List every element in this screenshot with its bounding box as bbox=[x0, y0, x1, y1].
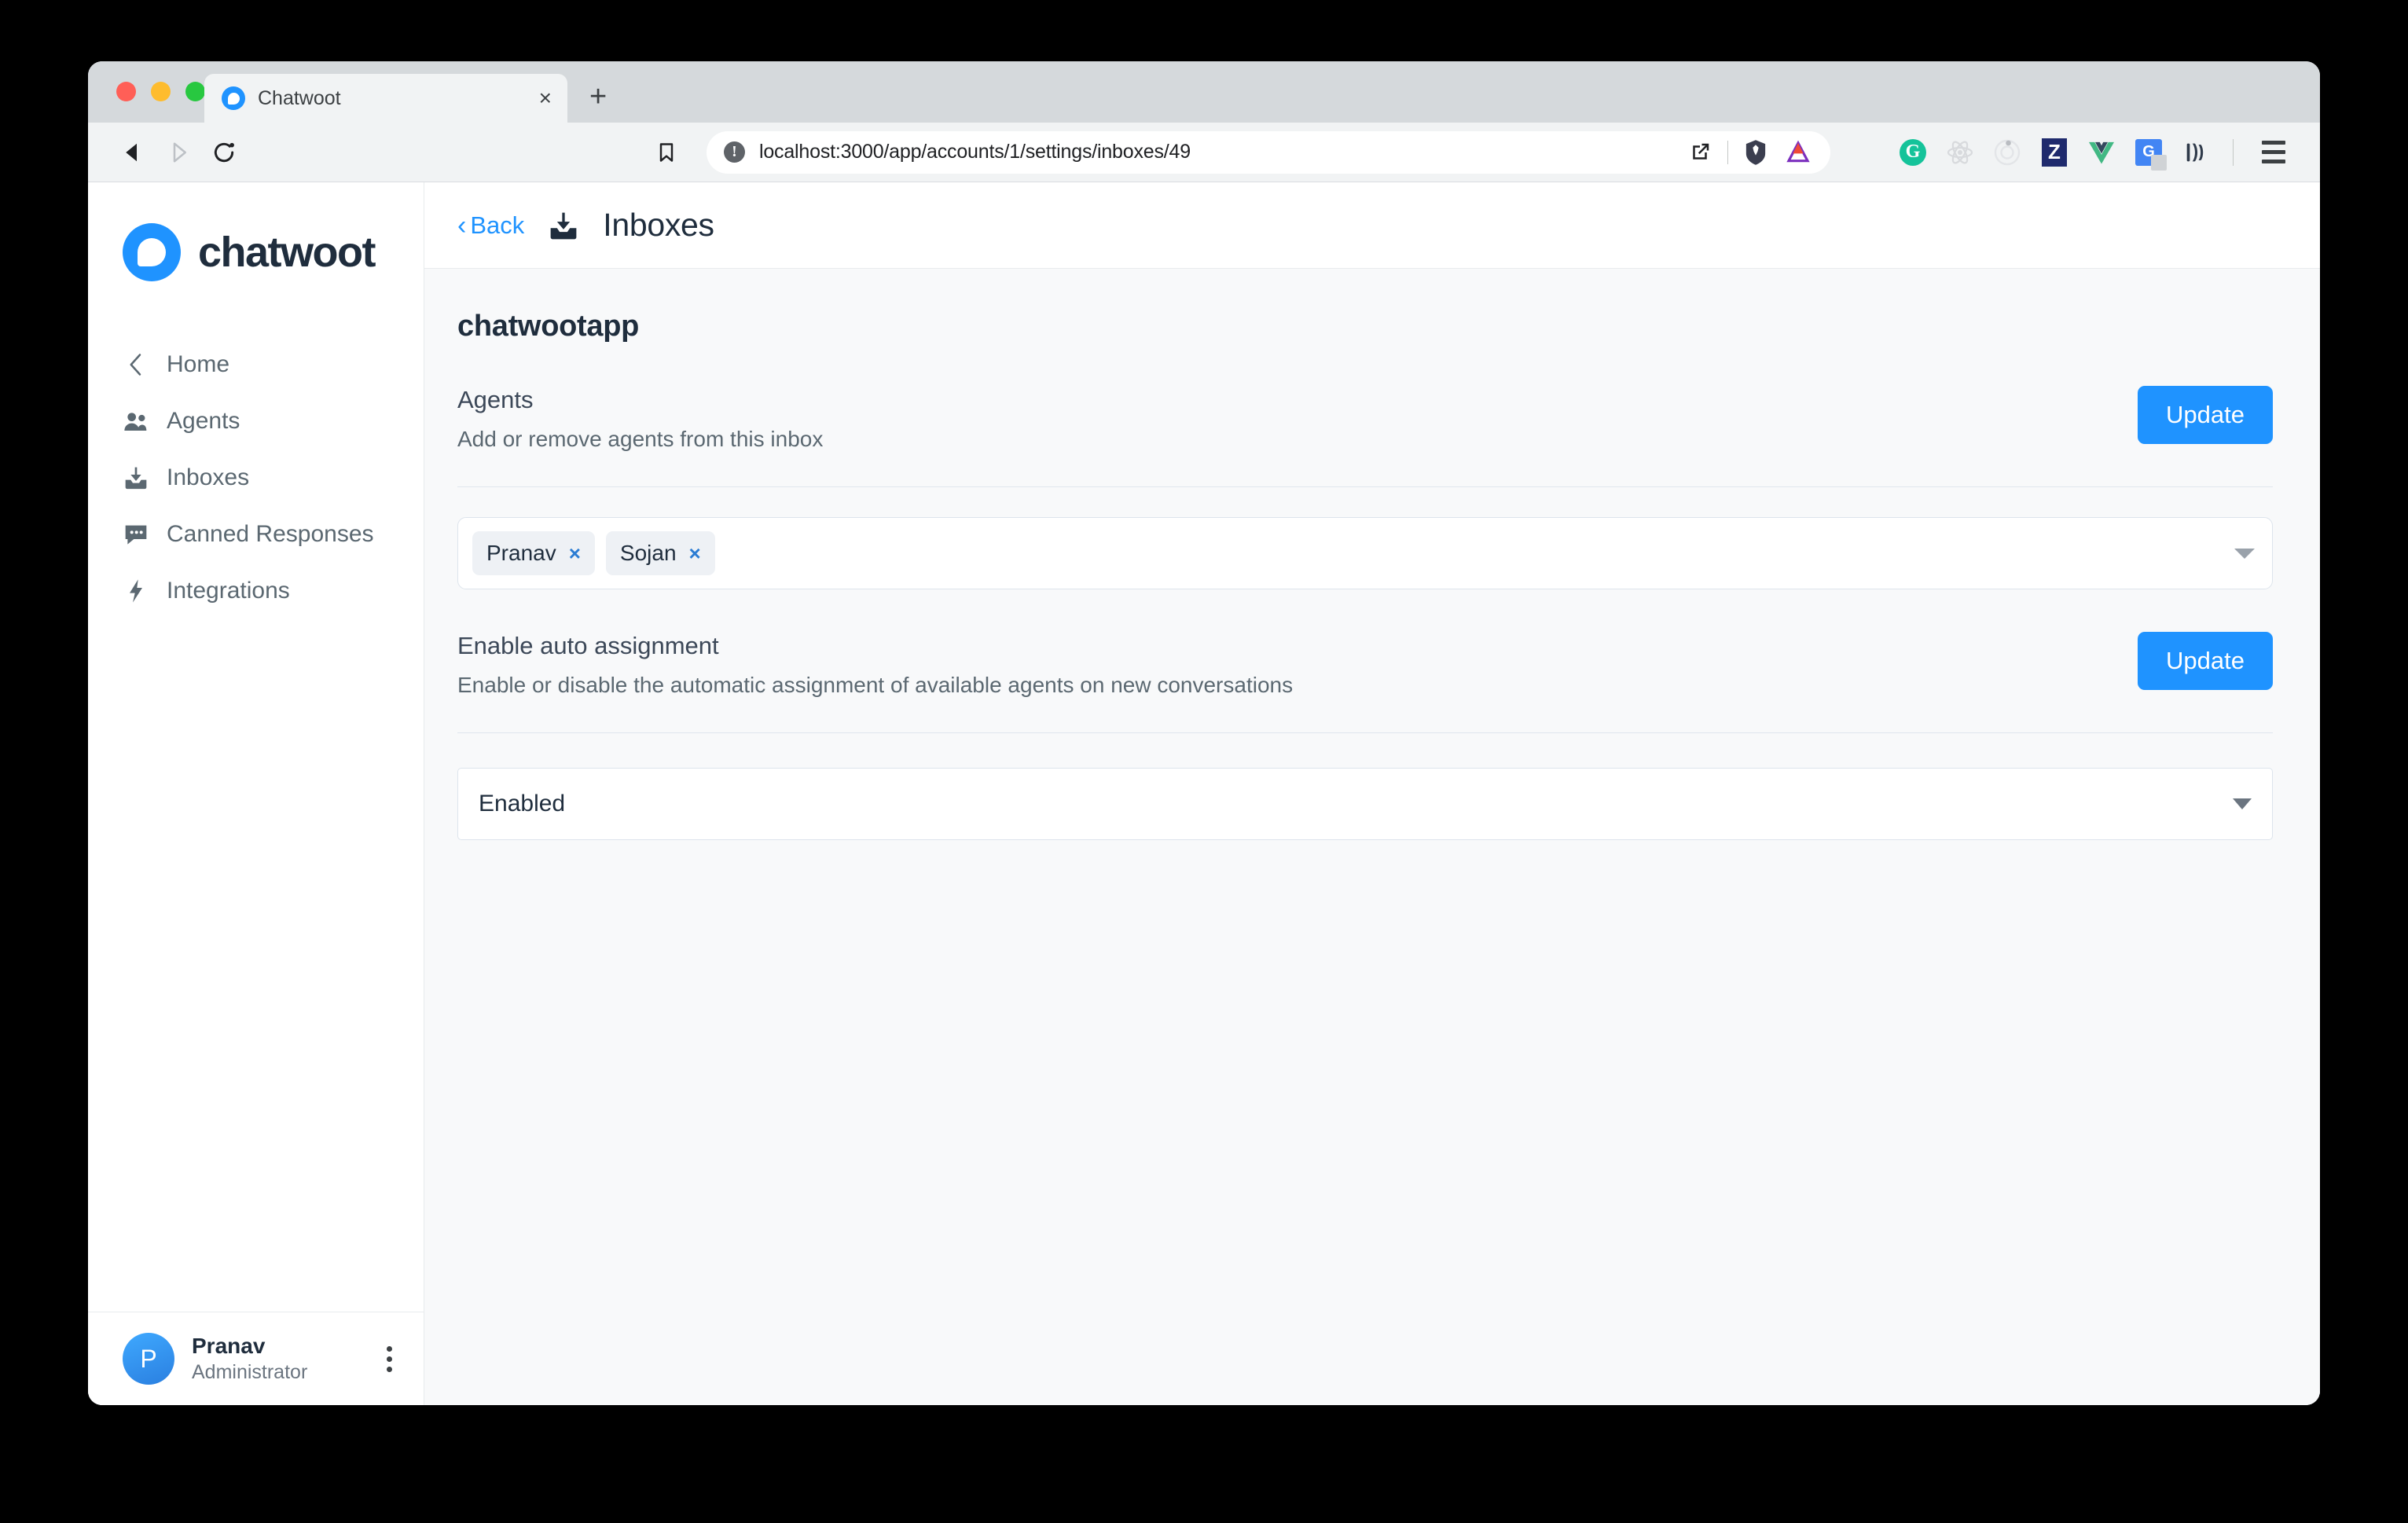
bitwarden-extension-icon[interactable] bbox=[2181, 138, 2211, 167]
agents-section: Agents Add or remove agents from this in… bbox=[457, 386, 2273, 452]
chat-bubble-icon bbox=[123, 521, 149, 548]
caret-down-icon[interactable] bbox=[2234, 548, 2255, 559]
chatwoot-logo-icon bbox=[222, 86, 245, 110]
sidebar-item-label: Integrations bbox=[167, 578, 290, 604]
page-title: Inboxes bbox=[603, 207, 714, 243]
section-title: Enable auto assignment bbox=[457, 632, 719, 659]
bookmark-icon[interactable] bbox=[644, 130, 689, 175]
minimize-window-button[interactable] bbox=[151, 82, 171, 101]
profile-meta: Pranav Administrator bbox=[192, 1334, 307, 1384]
update-agents-button[interactable]: Update bbox=[2138, 386, 2273, 444]
browser-toolbar: ! localhost:3000/app/accounts/1/settings… bbox=[88, 123, 2320, 182]
agent-tag-label: Sojan bbox=[619, 541, 677, 565]
hamburger-menu-icon[interactable] bbox=[2262, 134, 2298, 171]
settings-content: chatwootapp Agents Add or remove agents … bbox=[424, 269, 2320, 1405]
agent-tag[interactable]: Sojan × bbox=[605, 531, 715, 575]
auto-assignment-section-text: Enable auto assignment Enable or disable… bbox=[457, 632, 1293, 698]
agents-section-text: Agents Add or remove agents from this in… bbox=[457, 386, 823, 452]
agent-tag-label: Pranav bbox=[486, 541, 556, 565]
inbox-name: chatwootapp bbox=[457, 310, 640, 343]
brand-logo[interactable]: chatwoot bbox=[88, 182, 424, 281]
sidebar: chatwoot Home Agents Inboxes Canned Resp… bbox=[88, 182, 424, 1405]
update-auto-assignment-button[interactable]: Update bbox=[2138, 632, 2273, 690]
vue-devtools-extension-icon[interactable] bbox=[2087, 138, 2116, 167]
user-profile[interactable]: P Pranav Administrator bbox=[88, 1312, 424, 1405]
browser-tab-title: Chatwoot bbox=[258, 86, 341, 109]
back-label: Back bbox=[470, 211, 525, 239]
browser-window: Chatwoot × + ! localhost:3000/app/accoun… bbox=[88, 61, 2320, 1405]
sidebar-item-integrations[interactable]: Integrations bbox=[88, 563, 424, 619]
auto-assignment-select[interactable]: Enabled bbox=[457, 768, 2273, 840]
divider bbox=[457, 486, 2273, 487]
grammarly-extension-icon[interactable]: G bbox=[1898, 138, 1928, 167]
chatwoot-app: chatwoot Home Agents Inboxes Canned Resp… bbox=[88, 182, 2320, 1405]
sidebar-item-agents[interactable]: Agents bbox=[88, 393, 424, 450]
back-arrow-icon[interactable] bbox=[110, 130, 156, 175]
new-tab-button[interactable]: + bbox=[589, 82, 607, 112]
site-info-icon[interactable]: ! bbox=[724, 141, 745, 163]
reload-icon[interactable] bbox=[201, 130, 247, 175]
zotero-extension-icon[interactable]: Z bbox=[2039, 138, 2069, 167]
browser-tab-strip: Chatwoot × + bbox=[88, 61, 2320, 123]
sidebar-item-label: Inboxes bbox=[167, 464, 250, 490]
redux-devtools-extension-icon[interactable] bbox=[1992, 138, 2022, 167]
chevron-left-icon: ‹ bbox=[457, 210, 467, 240]
window-traffic-lights bbox=[116, 82, 205, 101]
section-description: Enable or disable the automatic assignme… bbox=[457, 673, 1294, 697]
forward-arrow-icon bbox=[156, 130, 201, 175]
sidebar-item-canned-responses[interactable]: Canned Responses bbox=[88, 506, 424, 563]
browser-extensions: G Z G bbox=[1898, 134, 2298, 171]
sidebar-item-home[interactable]: Home bbox=[88, 336, 424, 393]
sidebar-item-label: Home bbox=[167, 351, 230, 377]
browser-tab[interactable]: Chatwoot × bbox=[204, 74, 567, 123]
inbox-tray-icon bbox=[123, 464, 149, 491]
auto-assignment-value: Enabled bbox=[479, 791, 566, 817]
react-devtools-extension-icon[interactable] bbox=[1945, 138, 1975, 167]
back-button[interactable]: ‹ Back bbox=[457, 211, 524, 240]
brave-rewards-icon[interactable] bbox=[1783, 138, 1813, 167]
agent-tag[interactable]: Pranav × bbox=[472, 531, 595, 575]
profile-name: Pranav bbox=[192, 1334, 266, 1358]
main-content: ‹ Back Inboxes chatwootapp Agents Add or… bbox=[424, 182, 2320, 1405]
sidebar-item-inboxes[interactable]: Inboxes bbox=[88, 450, 424, 506]
section-title: Agents bbox=[457, 386, 534, 413]
inbox-tray-icon bbox=[548, 211, 579, 240]
remove-icon[interactable]: × bbox=[569, 543, 581, 563]
remove-icon[interactable]: × bbox=[689, 543, 701, 563]
auto-assignment-section: Enable auto assignment Enable or disable… bbox=[457, 632, 2273, 698]
address-bar[interactable]: ! localhost:3000/app/accounts/1/settings… bbox=[707, 130, 1830, 174]
users-icon bbox=[123, 408, 149, 435]
sidebar-item-label: Canned Responses bbox=[167, 521, 374, 547]
close-icon[interactable]: × bbox=[539, 87, 552, 109]
agents-multiselect[interactable]: Pranav × Sojan × bbox=[457, 517, 2273, 589]
vertical-dots-icon[interactable] bbox=[382, 1341, 397, 1377]
divider bbox=[457, 732, 2273, 733]
brave-shields-icon[interactable] bbox=[1741, 138, 1771, 167]
toolbar-divider bbox=[1727, 140, 1728, 164]
brand-name: chatwoot bbox=[198, 229, 376, 276]
caret-down-icon[interactable] bbox=[2233, 798, 2252, 809]
profile-role: Administrator bbox=[192, 1361, 308, 1383]
open-external-icon[interactable] bbox=[1685, 138, 1715, 167]
url-text: localhost:3000/app/accounts/1/settings/i… bbox=[759, 141, 1191, 163]
sidebar-nav: Home Agents Inboxes Canned Responses Int… bbox=[88, 336, 424, 619]
page-header: ‹ Back Inboxes bbox=[424, 182, 2320, 269]
section-description: Add or remove agents from this inbox bbox=[457, 427, 824, 451]
lightning-bolt-icon bbox=[123, 578, 149, 604]
toolbar-divider bbox=[2233, 138, 2234, 166]
close-window-button[interactable] bbox=[116, 82, 136, 101]
google-translate-extension-icon[interactable]: G bbox=[2134, 138, 2167, 171]
sidebar-item-label: Agents bbox=[167, 408, 240, 434]
address-bar-actions bbox=[1685, 138, 1813, 167]
chatwoot-logo-icon bbox=[123, 223, 181, 281]
avatar: P bbox=[123, 1333, 174, 1385]
maximize-window-button[interactable] bbox=[185, 82, 205, 101]
chevron-left-icon bbox=[123, 351, 149, 378]
